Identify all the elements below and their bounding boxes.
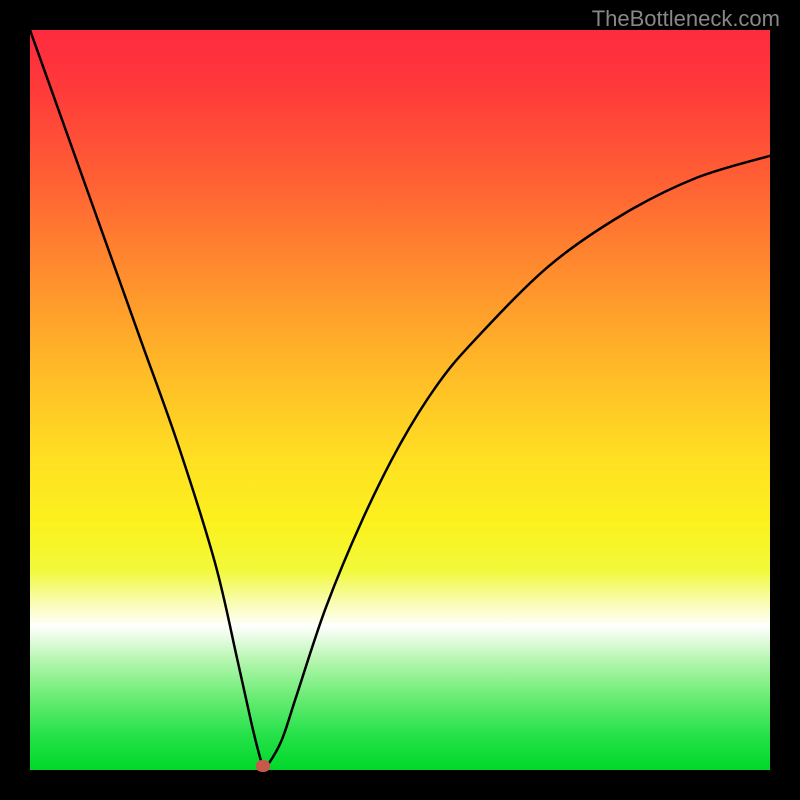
bottleneck-curve [30,30,770,770]
watermark-text: TheBottleneck.com [592,6,780,32]
chart-container: TheBottleneck.com [0,0,800,800]
optimal-point-marker [256,760,270,772]
plot-area [30,30,770,770]
